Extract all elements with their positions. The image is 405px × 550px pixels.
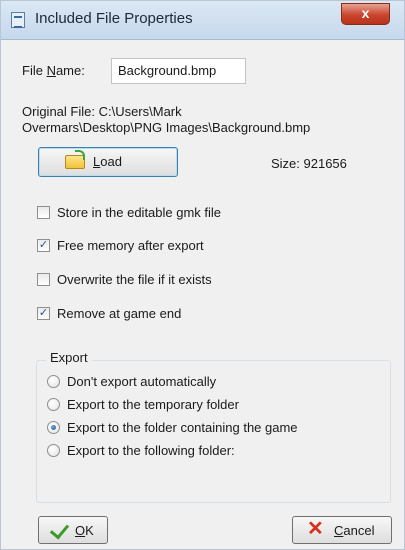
checkbox-box[interactable] [37,206,50,219]
radio-label: Export to the folder containing the game [67,420,298,435]
checkbox-box[interactable] [37,273,50,286]
checkbox-label: Free memory after export [57,238,204,253]
radio-label: Don't export automatically [67,374,217,389]
checkbox-box[interactable]: ✓ [37,239,50,252]
folder-open-icon [65,150,85,169]
window-title: Included File Properties [35,10,193,27]
checkbox-label: Overwrite the file if it exists [57,272,212,287]
radio-button[interactable] [47,444,60,457]
dialog-window: Included File Properties x File Name: Ba… [0,0,405,550]
original-file-line1: Original File: C:\Users\Mark [22,104,182,119]
cancel-button[interactable]: ✕ Cancel [292,516,392,544]
original-file-line2: Overmars\Desktop\PNG Images\Background.b… [22,120,311,135]
checkmark-icon [49,519,70,540]
file-properties-icon [11,12,25,28]
checkbox-label: Remove at game end [57,306,182,321]
close-button[interactable]: x [341,3,390,25]
file-name-input[interactable]: Background.bmp [111,58,246,84]
radio-button[interactable] [47,398,60,411]
file-name-label: File Name: [22,63,85,78]
radio-button[interactable] [47,375,60,388]
radio-label: Export to the following folder: [67,443,235,458]
load-button-label: Load [93,154,122,169]
title-bar[interactable]: Included File Properties x [1,1,404,40]
red-x-icon: ✕ [307,518,324,540]
load-button[interactable]: Load [38,147,178,177]
file-size-text: Size: 921656 [271,156,347,171]
cancel-button-label: Cancel [334,523,375,538]
ok-button[interactable]: OK [38,516,108,544]
ok-button-label: OK [75,523,94,538]
checkbox-box[interactable]: ✓ [37,307,50,320]
radio-button-selected[interactable] [47,421,60,434]
radio-label: Export to the temporary folder [67,397,239,412]
export-group-title: Export [46,350,92,365]
checkbox-label: Store in the editable gmk file [57,205,222,220]
